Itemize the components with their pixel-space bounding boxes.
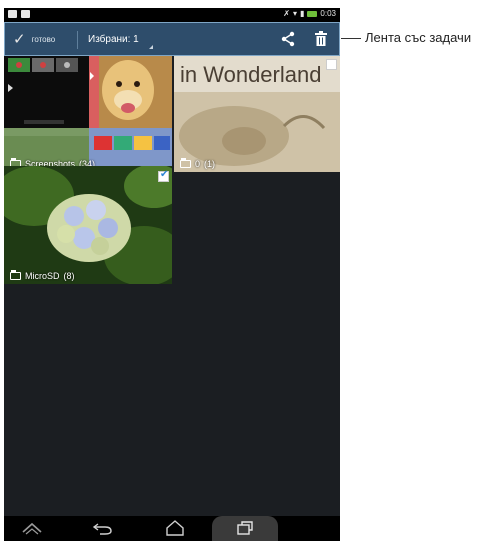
share-icon[interactable]: [279, 30, 297, 48]
recent-apps-icon[interactable]: [234, 520, 256, 536]
album-label: 0 (1): [180, 158, 216, 169]
album-thumbnail: [4, 166, 172, 284]
status-notifications: [8, 10, 30, 18]
notification-icon: [21, 10, 30, 18]
album-count: (1): [204, 159, 216, 169]
bluetooth-icon: ✗: [283, 9, 290, 18]
callout-line: [341, 38, 361, 39]
selection-checkbox-checked[interactable]: [158, 169, 169, 182]
selected-count-label: Избрани: 1: [88, 33, 139, 45]
clock: 0:03: [320, 9, 336, 18]
signal-icon: ▮: [300, 9, 305, 18]
back-icon[interactable]: [92, 520, 114, 536]
selection-dropdown[interactable]: Избрани: 1: [88, 23, 153, 55]
dropdown-corner-icon: [148, 45, 153, 49]
status-indicators: ✗ ▾ ▮ 0:03: [283, 9, 336, 18]
notification-icon: [8, 10, 17, 18]
battery-icon: [307, 10, 318, 17]
home-icon[interactable]: [164, 520, 186, 536]
album-name: 0: [195, 159, 201, 169]
album-count: (8): [63, 271, 75, 281]
album-label: MicroSD (8): [10, 270, 75, 281]
preview-text: in Wonderland: [180, 62, 322, 87]
album-name: MicroSD: [25, 271, 60, 281]
album-tile-microsd[interactable]: MicroSD (8): [4, 166, 172, 284]
action-bar-divider: [77, 31, 78, 49]
tablet-screen: ✗ ▾ ▮ 0:03 ✓ готово Избрани: 1 Screensho…: [4, 8, 340, 541]
done-button[interactable]: ✓ готово: [13, 23, 55, 55]
selection-checkbox[interactable]: [326, 59, 337, 70]
trash-icon[interactable]: [314, 31, 328, 47]
album-thumbnail: [4, 56, 172, 172]
status-bar: ✗ ▾ ▮ 0:03: [4, 8, 340, 22]
up-icon[interactable]: [21, 520, 43, 536]
check-icon: ✓: [13, 31, 26, 48]
done-label: готово: [31, 34, 56, 44]
action-bar: ✓ готово Избрани: 1: [4, 22, 340, 56]
navigation-bar: [4, 516, 340, 541]
folder-icon: [10, 270, 21, 280]
album-tile-screenshots[interactable]: Screenshots (34): [4, 56, 172, 172]
album-tile-0[interactable]: in Wonderland 0 (1): [174, 56, 340, 172]
folder-icon: [180, 158, 191, 168]
wifi-icon: ▾: [293, 9, 298, 18]
callout-label: Лента със задачи: [365, 30, 472, 45]
